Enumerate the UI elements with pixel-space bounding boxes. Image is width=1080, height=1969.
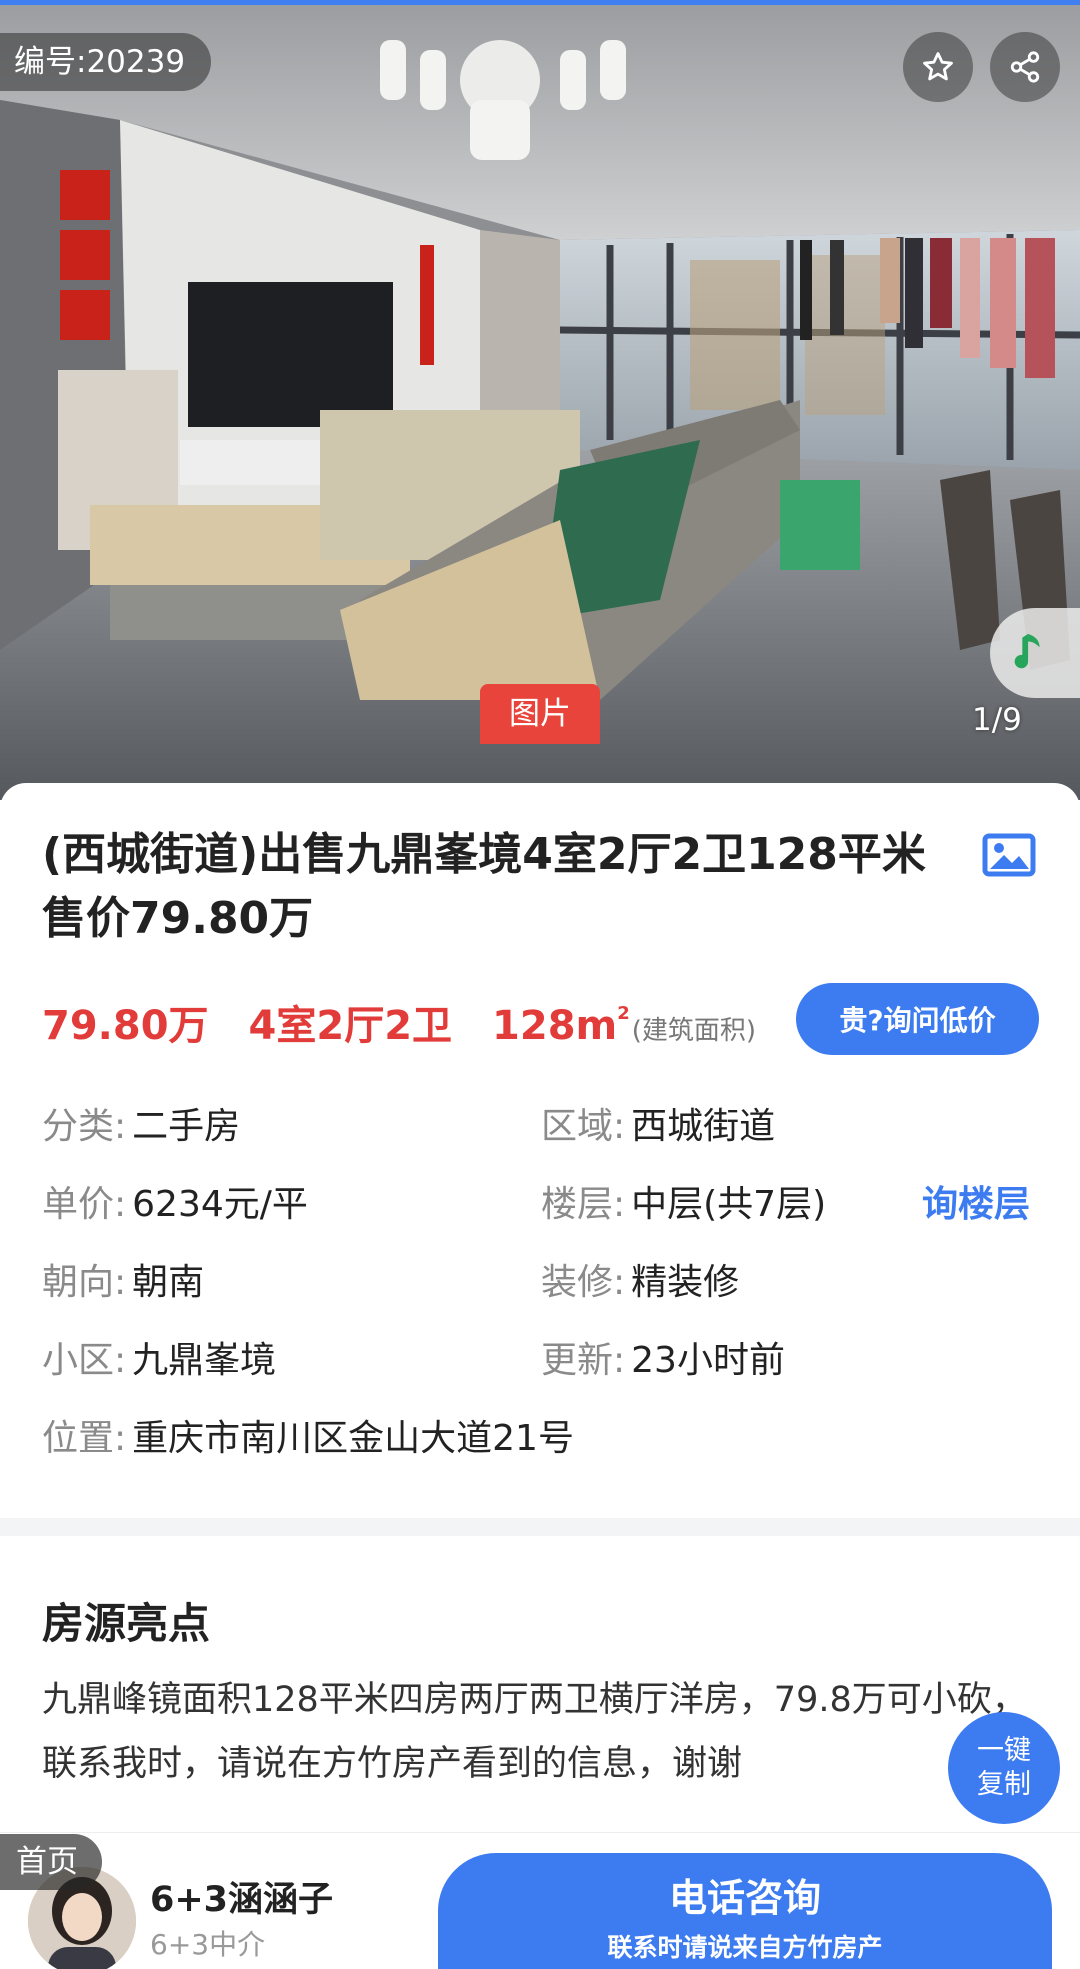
- music-note-icon: [1014, 633, 1040, 669]
- photo-tab[interactable]: 图片: [480, 684, 600, 744]
- top-accent-line: [0, 0, 1080, 5]
- info-category-value: 二手房: [132, 1106, 241, 1147]
- info-floor-label: 楼层:: [541, 1184, 626, 1225]
- share-button[interactable]: [990, 32, 1060, 102]
- highlights-title: 房源亮点: [42, 1599, 211, 1648]
- info-district: 区域: 西城街道: [541, 1102, 775, 1152]
- area-unit-superscript: 2: [617, 1003, 630, 1024]
- copy-button-line1: 一键: [977, 1735, 1031, 1766]
- info-updated: 更新: 23小时前: [541, 1336, 785, 1386]
- agent-company: 6+3中介: [150, 1928, 266, 1961]
- agent-name: 6+3涵涵子: [150, 1880, 334, 1920]
- one-click-copy-button[interactable]: 一键 复制: [948, 1712, 1060, 1824]
- album-button[interactable]: [982, 833, 1036, 881]
- info-unit-price-label: 单价:: [42, 1184, 127, 1225]
- phone-consult-sublabel: 联系时请说来自方竹房产: [607, 1933, 883, 1962]
- info-floor: 楼层: 中层(共7层): [541, 1180, 826, 1230]
- room-layout: 4室2厅2卫: [248, 1003, 453, 1049]
- home-button[interactable]: 首页: [0, 1834, 102, 1890]
- listing-title: (西城街道)出售九鼎峯境4室2厅2卫128平米 售价79.80万: [42, 829, 926, 944]
- highlights-text: 九鼎峰镜面积128平米四房两厅两卫横厅洋房，79.8万可小砍，联系我时，请说在方…: [42, 1680, 1027, 1784]
- info-decoration-value: 精装修: [631, 1262, 740, 1303]
- living-room-photo: [0, 0, 1080, 800]
- info-community-value: 九鼎峯境: [132, 1340, 277, 1381]
- info-floor-value: 中层(共7层): [631, 1184, 827, 1225]
- info-community-label: 小区:: [42, 1340, 127, 1381]
- favorite-button[interactable]: [903, 32, 973, 102]
- info-category-label: 分类:: [42, 1106, 127, 1147]
- info-location-label: 位置:: [42, 1418, 127, 1459]
- copy-button-line2: 复制: [977, 1769, 1031, 1800]
- info-district-value: 西城街道: [631, 1106, 776, 1147]
- image-gallery-icon: [982, 833, 1036, 877]
- area-note: (建筑面积): [631, 1016, 757, 1046]
- info-orientation: 朝向: 朝南: [42, 1258, 204, 1308]
- info-community: 小区: 九鼎峯境: [42, 1336, 276, 1386]
- floor-area: 128m2: [492, 1003, 630, 1049]
- info-updated-label: 更新:: [541, 1340, 626, 1381]
- share-icon: [1010, 51, 1040, 83]
- ask-floor-link[interactable]: 询楼层: [922, 1180, 1030, 1230]
- info-category: 分类: 二手房: [42, 1102, 240, 1152]
- info-updated-value: 23小时前: [631, 1340, 785, 1381]
- info-unit-price: 单价: 6234元/平: [42, 1180, 308, 1230]
- info-location-value: 重庆市南川区金山大道21号: [132, 1418, 574, 1459]
- total-price: 79.80万: [42, 1003, 209, 1049]
- photo-counter: 1/9: [972, 702, 1022, 738]
- music-toggle-button[interactable]: [990, 608, 1080, 698]
- ask-lower-price-button[interactable]: 贵?询问低价: [796, 983, 1039, 1055]
- price-row: 79.80万 4室2厅2卫 128m2 (建筑面积): [42, 993, 756, 1053]
- info-location: 位置: 重庆市南川区金山大道21号: [42, 1414, 574, 1464]
- floor-area-value: 128m: [492, 1003, 618, 1049]
- info-decoration-label: 装修:: [541, 1262, 626, 1303]
- info-unit-price-value: 6234元/平: [132, 1184, 308, 1225]
- phone-consult-button[interactable]: 电话咨询 联系时请说来自方竹房产: [438, 1853, 1052, 1969]
- section-divider: [0, 1518, 1080, 1536]
- info-orientation-value: 朝南: [132, 1262, 205, 1303]
- bottom-contact-bar: 6+3涵涵子 6+3中介 电话咨询 联系时请说来自方竹房产: [0, 1832, 1080, 1969]
- phone-consult-label: 电话咨询: [668, 1876, 821, 1920]
- listing-code-badge: 编号:20239: [0, 33, 212, 91]
- info-decoration: 装修: 精装修: [541, 1258, 739, 1308]
- info-orientation-label: 朝向:: [42, 1262, 127, 1303]
- listing-photo[interactable]: 编号:20239 图片 1/9: [0, 0, 1080, 800]
- info-district-label: 区域:: [541, 1106, 626, 1147]
- star-icon: [923, 52, 953, 81]
